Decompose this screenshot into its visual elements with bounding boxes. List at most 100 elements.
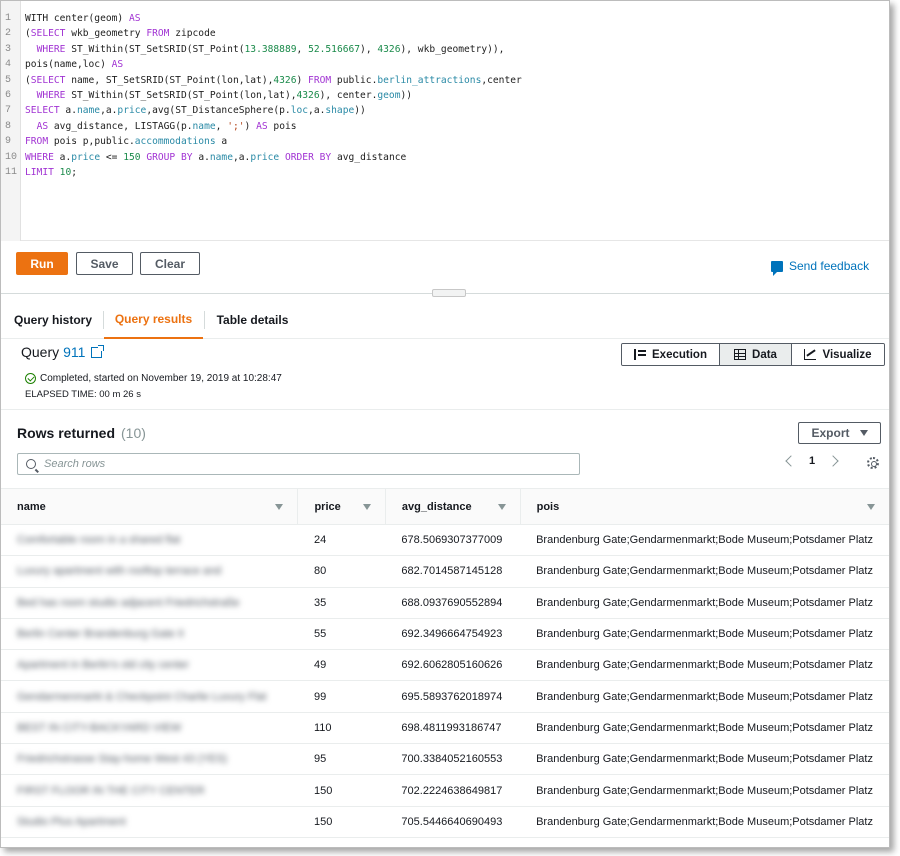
query-status: Completed, started on November 19, 2019 … [25,373,282,384]
code-token: ';' [227,120,245,132]
code-line: SELECT a.name,a.price,avg(ST_DistanceSph… [25,103,366,118]
table-row[interactable]: Luxury apartment with rooftop terrace an… [1,555,889,588]
line-number: 10 [5,151,18,163]
code-token: AS [256,120,268,132]
visualize-label: Visualize [822,348,872,361]
column-header-name[interactable]: name [1,488,298,525]
sql-editor[interactable]: 1 2 3 4 5 6 7 8 9 10 11 WITH center(geom) AS (SELEC… [1,1,889,241]
code-token: FROM [308,74,332,86]
table-cell: 702.2224638649817 [385,774,521,807]
column-header-avg-distance[interactable]: avg_distance [384,488,521,525]
table-cell: 49 [297,649,386,682]
table-cell: Comfortable room in a shared flat [1,524,298,557]
table-row[interactable]: FIRST FLOOR IN THE CITY CENTER 150 702.222… [1,774,889,807]
line-number-gutter: 1 2 3 4 5 6 7 8 9 10 11 [1,1,21,241]
external-link-icon[interactable] [91,344,105,358]
code-line: WHERE ST_Within(ST_SetSRID(ST_Point(13.3… [25,42,505,57]
check-circle-icon [25,373,36,384]
code-line: WHERE a.price <= 150 GROUP BY a.name,a.p… [25,150,406,165]
save-button[interactable]: Save [76,252,133,275]
line-number: 9 [5,136,12,148]
column-header-label: name [17,500,46,513]
line-number: 11 [5,167,18,178]
sort-caret-icon[interactable] [362,504,371,510]
code-token: a. [192,151,210,163]
code-token: ,a. [308,105,326,117]
code-token: WHERE [36,90,66,101]
code-token: ST_Within(ST_SetSRID(ST_Point(lon,lat), [65,90,297,101]
chevron-left-icon[interactable] [785,455,797,467]
run-button[interactable]: Run [16,252,68,275]
code-line: FROM pois p,public.accommodations a [25,134,227,149]
code-token: 13.388889 [244,43,297,55]
current-page[interactable]: 1 [809,455,815,467]
status-text: Completed, started on November 19, 2019 … [40,373,282,384]
line-number: 7 [5,105,12,117]
table-cell: FIRST FLOOR IN THE CITY CENTER [1,774,298,807]
table-cell: Brandenburg Gate;Gendarmenmarkt;Bode Mus… [520,774,889,807]
code-token: AS [111,59,124,71]
table-cell: 695.5893762018974 [385,680,521,713]
gear-icon[interactable] [867,457,879,469]
search-rows-field[interactable] [17,453,580,475]
tab-query-history[interactable]: Query history [3,301,103,339]
execution-button[interactable]: Execution [622,344,719,365]
table-row[interactable]: Gendarmenmarkt & Checkpoint Charlie Luxu… [1,680,889,713]
send-feedback-link[interactable]: Send feedback [771,259,869,276]
code-token: name, ST_SetSRID(ST_Point(lon,lat), [65,74,274,86]
table-cell: Brandenburg Gate;Gendarmenmarkt;Bode Mus… [520,555,889,588]
code-line: WITH center(geom) AS [25,11,141,26]
export-button[interactable]: Export [798,422,881,444]
table-row[interactable]: BEST IN CITY-BACKYARD VIEW 110 698.4811993… [1,712,889,745]
sort-caret-icon[interactable] [497,504,506,510]
table-row[interactable]: Friedrichstrasse Stay-home West 43 (YES)… [1,743,889,776]
code-token: 52.516667 [308,43,361,55]
code-token: , [215,120,228,132]
tab-table-details[interactable]: Table details [205,301,300,339]
code-token: WHERE [36,43,66,55]
code-token: name [192,120,216,132]
table-row[interactable]: Studio Plus Apartment 150 705.544664069049… [1,806,889,838]
table-row[interactable]: Comfortable room in a shared flat 24 678.5… [1,524,889,557]
code-token: GROUP BY [146,151,193,163]
search-icon [26,459,36,469]
line-number: 8 [5,120,12,132]
code-token: a [215,136,228,148]
results-tabs: Query history Query results Table detail… [1,301,889,339]
query-id-link[interactable]: 911 [63,344,85,360]
code-token: 4326 [296,90,320,101]
code-token: ), center. [319,90,378,101]
chevron-right-icon[interactable] [827,455,839,467]
column-header-label: price [314,500,341,513]
table-row[interactable]: Bed has room studio adjacent Friedrichst… [1,587,889,619]
code-token: price [117,105,147,117]
data-button[interactable]: Data [719,344,791,365]
code-token: <= [100,151,124,163]
sort-caret-icon[interactable] [275,504,284,510]
table-cell: 688.0937690552894 [385,587,521,619]
code-token: wkb_geometry [65,28,147,40]
rows-count: (10) [121,425,146,441]
line-chart-icon [804,349,817,360]
code-token: name [76,105,101,117]
table-row[interactable]: Apartment in Berlin's old city center 49 6… [1,649,889,682]
execution-label: Execution [652,348,707,361]
table-cell: 682.7014587145128 [385,555,521,588]
column-header-price[interactable]: price [297,488,386,525]
results-table: name price avg_distance pois Comfortable… [1,488,889,838]
code-token: )) [354,105,366,117]
tab-query-results[interactable]: Query results [104,301,203,339]
column-header-pois[interactable]: pois [519,488,889,525]
clear-button[interactable]: Clear [140,252,200,275]
sort-caret-icon[interactable] [867,504,875,510]
code-token: price [71,151,101,163]
table-cell: 24 [297,524,386,557]
code-token: name [209,151,233,163]
resize-handle[interactable] [432,289,466,297]
table-row[interactable]: Berlin Center Brandenburg Gate II 55 692.3… [1,618,889,651]
code-token: avg_distance [331,151,407,163]
visualize-button[interactable]: Visualize [791,344,884,365]
search-rows-input[interactable] [44,458,564,470]
